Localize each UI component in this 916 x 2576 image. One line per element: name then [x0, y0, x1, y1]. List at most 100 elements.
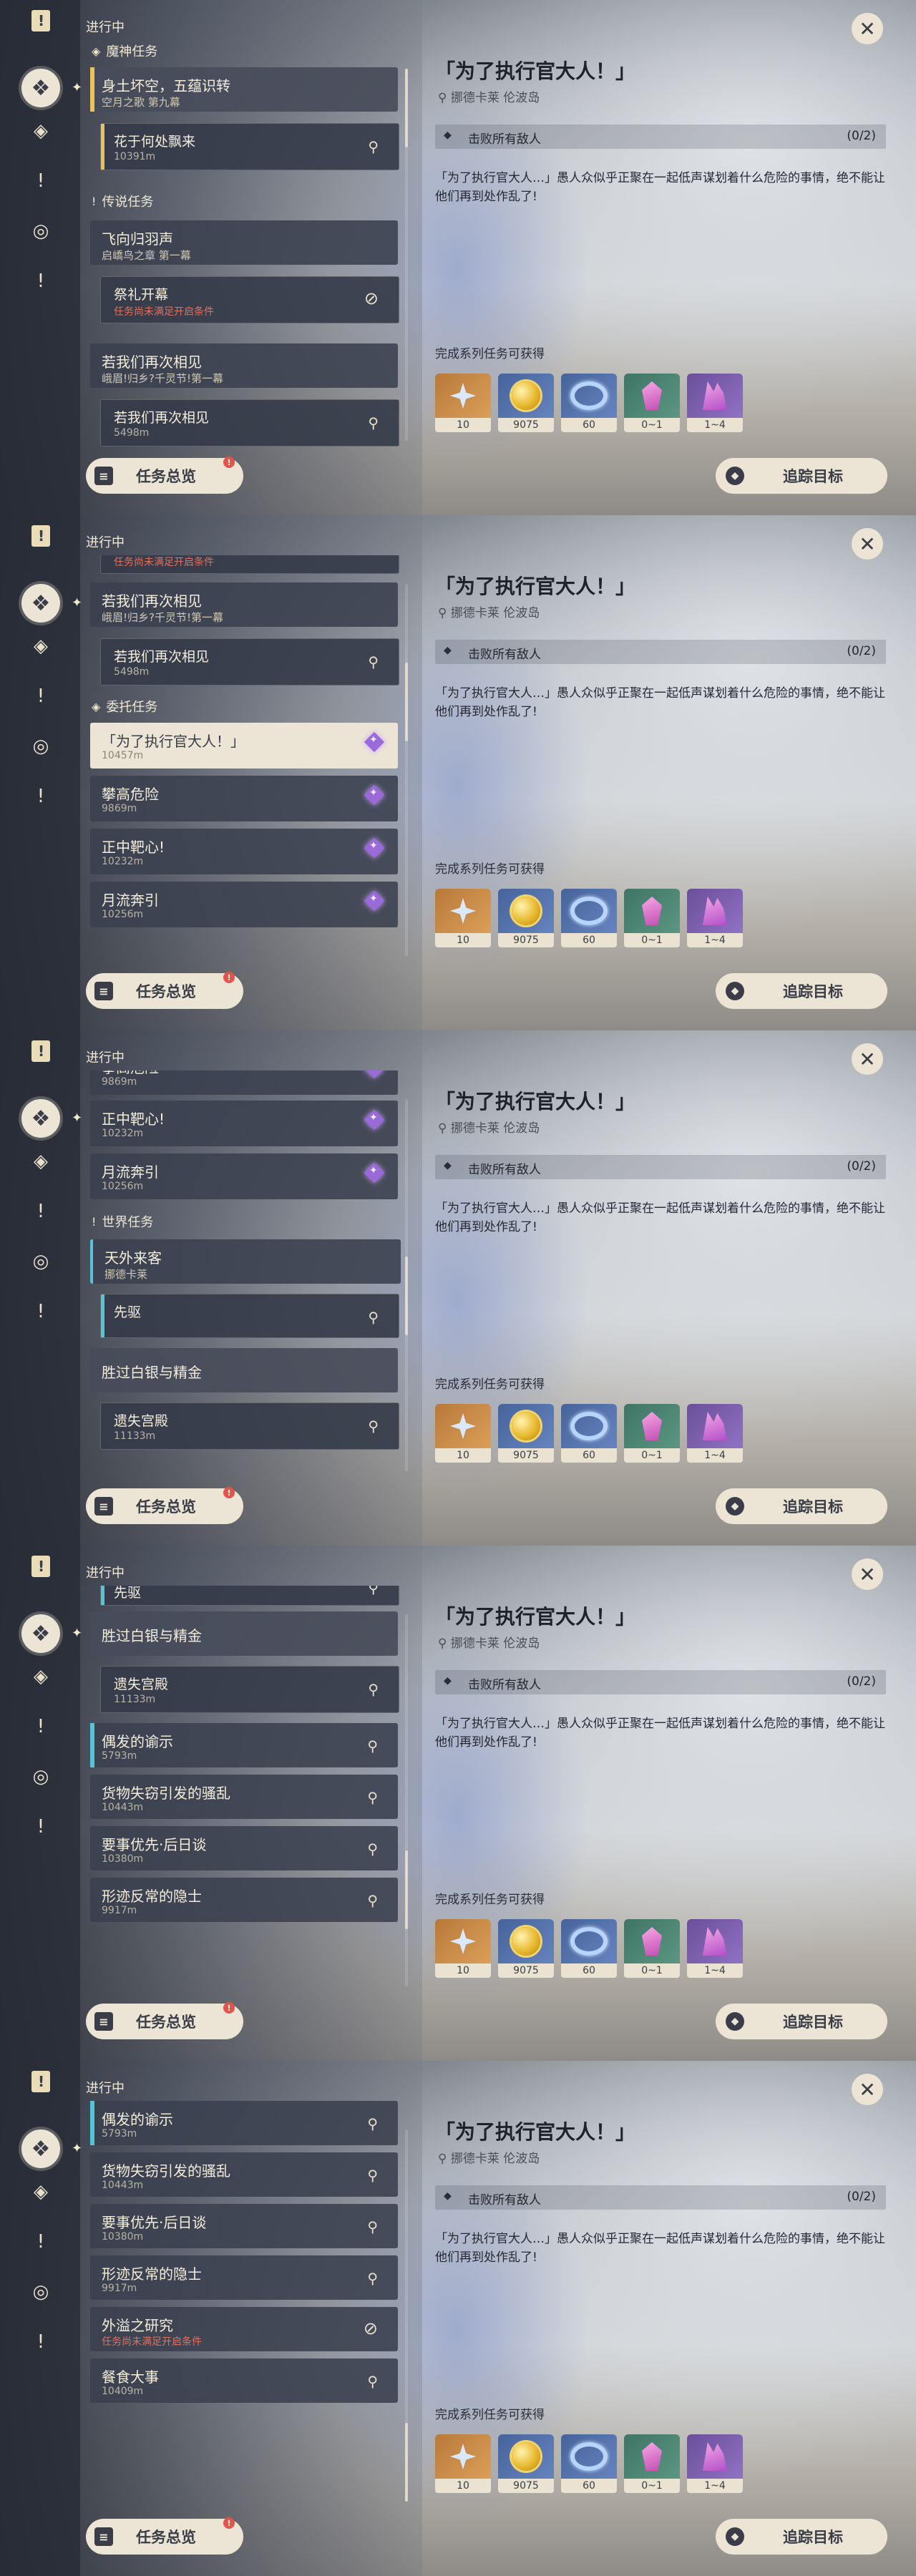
quest-card[interactable]: 外溢之研究 任务尚未满足开启条件 ⊘	[90, 2307, 398, 2351]
track-button[interactable]: ◆ 追踪目标	[716, 973, 887, 1009]
quest-list[interactable]: 任务尚未满足开启条件 ⊘ 若我们再次相见峨眉!归乡?千灵节!第一幕 若我们再次相见…	[84, 555, 406, 970]
reward-crystal-ore[interactable]: 0~1	[624, 1404, 680, 1463]
legend-quests-tab[interactable]: !	[26, 1712, 56, 1742]
legend-quests-tab[interactable]: !	[26, 2227, 56, 2257]
quest-card[interactable]: 胜过白银与精金	[90, 1611, 398, 1656]
quest-card[interactable]: 要事优先·后日谈 10380m ⚲	[90, 2204, 398, 2248]
quest-list[interactable]: 先驱 ⚲ 胜过白银与精金 遗失宫殿 11133m ⚲ 偶发的谕示 5793m ⚲ 货物失窃…	[84, 1586, 406, 2001]
scroll-thumb[interactable]	[405, 69, 408, 147]
quest-card[interactable]: 要事优先·后日谈 10380m ⚲	[90, 1826, 398, 1870]
reward-purple-crystal[interactable]: 1~4	[687, 1919, 743, 1978]
quest-card[interactable]: 正中靶心! 10232m	[90, 829, 398, 874]
quest-step[interactable]: 先驱 ⚲	[100, 1294, 399, 1338]
archon-quests-tab[interactable]: ◈	[26, 1662, 56, 1692]
quest-card[interactable]: 若我们再次相见 峨眉!归乡?千灵节!第一幕	[90, 343, 398, 388]
world-quests-tab[interactable]: !	[26, 1812, 56, 1842]
legend-quests-tab[interactable]: !	[26, 681, 56, 711]
list-scrollbar[interactable]	[405, 2129, 408, 2502]
track-button[interactable]: ◆ 追踪目标	[716, 1488, 887, 1524]
commission-quests-tab[interactable]: ◎	[26, 1246, 56, 1277]
quest-overview-button[interactable]: ≡ 任务总览	[86, 2004, 243, 2039]
scroll-thumb[interactable]	[405, 2423, 408, 2502]
list-scrollbar[interactable]	[405, 69, 408, 441]
quest-overview-button[interactable]: ≡ 任务总览	[86, 458, 243, 494]
quest-card[interactable]: 月流奔引 10256m	[90, 882, 398, 927]
reward-crystal-ore[interactable]: 0~1	[624, 374, 680, 432]
archon-quests-tab[interactable]: ◈	[26, 2177, 56, 2207]
close-button[interactable]: ✕	[852, 1043, 883, 1075]
legend-quests-tab[interactable]: !	[26, 1196, 56, 1226]
quest-card[interactable]: 餐食大事 10409m ⚲	[90, 2358, 398, 2403]
quest-card[interactable]: 偶发的谕示 5793m ⚲	[90, 1723, 398, 1767]
reward-mora[interactable]: 9075	[498, 889, 554, 947]
close-button[interactable]: ✕	[852, 13, 883, 44]
commission-quests-tab[interactable]: ◎	[26, 1762, 56, 1792]
quest-card[interactable]: 身土坏空，五蕴识转 空月之歌 第九幕	[90, 67, 398, 112]
reward-crystal-ore[interactable]: 0~1	[624, 2434, 680, 2493]
reward-primogem[interactable]: 10	[435, 374, 491, 432]
quest-card[interactable]: 攀高危险9869m	[90, 1070, 398, 1095]
quest-card[interactable]: 偶发的谕示 5793m ⚲	[90, 2101, 398, 2145]
reward-primogem[interactable]: 10	[435, 2434, 491, 2493]
list-scrollbar[interactable]	[405, 1614, 408, 1986]
quest-card[interactable]: 货物失窃引发的骚乱 10443m ⚲	[90, 1775, 398, 1819]
reward-purple-crystal[interactable]: 1~4	[687, 1404, 743, 1463]
all-quests-tab[interactable]: ❖	[21, 69, 60, 107]
close-button[interactable]: ✕	[852, 528, 883, 560]
reward-purple-crystal[interactable]: 1~4	[687, 889, 743, 947]
quest-overview-button[interactable]: ≡ 任务总览	[86, 1488, 243, 1524]
reward-mora[interactable]: 9075	[498, 374, 554, 432]
list-scrollbar[interactable]	[405, 584, 408, 956]
quest-step[interactable]: 若我们再次相见 5498m ⚲	[100, 399, 399, 447]
quest-list[interactable]: ◈ 魔神任务 身土坏空，五蕴识转 空月之歌 第九幕 花于何处飘来 10391m ⚲ ! 传…	[84, 40, 406, 455]
all-quests-tab[interactable]: ❖	[21, 584, 60, 623]
reward-primogem[interactable]: 10	[435, 1404, 491, 1463]
quest-list[interactable]: 攀高危险9869m 正中靶心!10232m 月流奔引10256m ! 世界任务 天…	[84, 1070, 406, 1485]
quest-step[interactable]: 若我们再次相见 5498m ⚲	[100, 638, 399, 686]
reward-adventure-exp[interactable]: 60	[561, 1919, 617, 1978]
quest-step[interactable]: 遗失宫殿 11133m ⚲	[100, 1666, 399, 1713]
quest-card[interactable]: 形迹反常的隐士 9917m ⚲	[90, 2255, 398, 2300]
quest-card[interactable]: 正中靶心! 10232m	[90, 1101, 398, 1146]
world-quests-tab[interactable]: !	[26, 781, 56, 811]
reward-adventure-exp[interactable]: 60	[561, 1404, 617, 1463]
world-quests-tab[interactable]: !	[26, 1297, 56, 1327]
quest-card-selected[interactable]: 「为了执行官大人！」 10457m	[90, 723, 398, 769]
all-quests-tab[interactable]: ❖	[21, 1099, 60, 1138]
reward-primogem[interactable]: 10	[435, 889, 491, 947]
track-button[interactable]: ◆ 追踪目标	[716, 458, 887, 494]
reward-adventure-exp[interactable]: 60	[561, 2434, 617, 2493]
quest-step[interactable]: 花于何处飘来 10391m ⚲	[100, 123, 399, 170]
scroll-thumb[interactable]	[405, 1257, 408, 1335]
reward-mora[interactable]: 9075	[498, 1404, 554, 1463]
archon-quests-tab[interactable]: ◈	[26, 631, 56, 661]
quest-card[interactable]: 月流奔引 10256m	[90, 1153, 398, 1199]
quest-card[interactable]: 形迹反常的隐士 9917m ⚲	[90, 1878, 398, 1922]
reward-crystal-ore[interactable]: 0~1	[624, 1919, 680, 1978]
track-button[interactable]: ◆ 追踪目标	[716, 2519, 887, 2555]
reward-crystal-ore[interactable]: 0~1	[624, 889, 680, 947]
quest-step[interactable]: 遗失宫殿 11133m ⚲	[100, 1402, 399, 1450]
legend-quests-tab[interactable]: !	[26, 166, 56, 196]
world-quests-tab[interactable]: !	[26, 2327, 56, 2357]
quest-step[interactable]: 先驱 ⚲	[100, 1586, 399, 1606]
reward-adventure-exp[interactable]: 60	[561, 374, 617, 432]
quest-list[interactable]: 偶发的谕示 5793m ⚲ 货物失窃引发的骚乱 10443m ⚲ 要事优先·后日谈 103…	[84, 2101, 406, 2516]
quest-overview-button[interactable]: ≡ 任务总览	[86, 973, 243, 1009]
reward-mora[interactable]: 9075	[498, 1919, 554, 1978]
quest-overview-button[interactable]: ≡ 任务总览	[86, 2519, 243, 2555]
quest-card[interactable]: 飞向归羽声 启嶠鸟之章 第一幕	[90, 220, 398, 265]
list-scrollbar[interactable]	[405, 1099, 408, 1471]
quest-step[interactable]: 祭礼开幕 任务尚未满足开启条件 ⊘	[100, 276, 399, 323]
reward-mora[interactable]: 9075	[498, 2434, 554, 2493]
all-quests-tab[interactable]: ❖	[21, 2129, 60, 2168]
quest-card[interactable]: 胜过白银与精金	[90, 1348, 398, 1392]
quest-step[interactable]: 任务尚未满足开启条件 ⊘	[100, 555, 399, 574]
quest-card[interactable]: 攀高危险9869m	[90, 776, 398, 821]
archon-quests-tab[interactable]: ◈	[26, 1146, 56, 1176]
scroll-thumb[interactable]	[405, 663, 408, 741]
track-button[interactable]: ◆ 追踪目标	[716, 2004, 887, 2039]
all-quests-tab[interactable]: ❖	[21, 1614, 60, 1653]
quest-card[interactable]: 货物失窃引发的骚乱 10443m ⚲	[90, 2152, 398, 2197]
close-button[interactable]: ✕	[852, 2074, 883, 2105]
